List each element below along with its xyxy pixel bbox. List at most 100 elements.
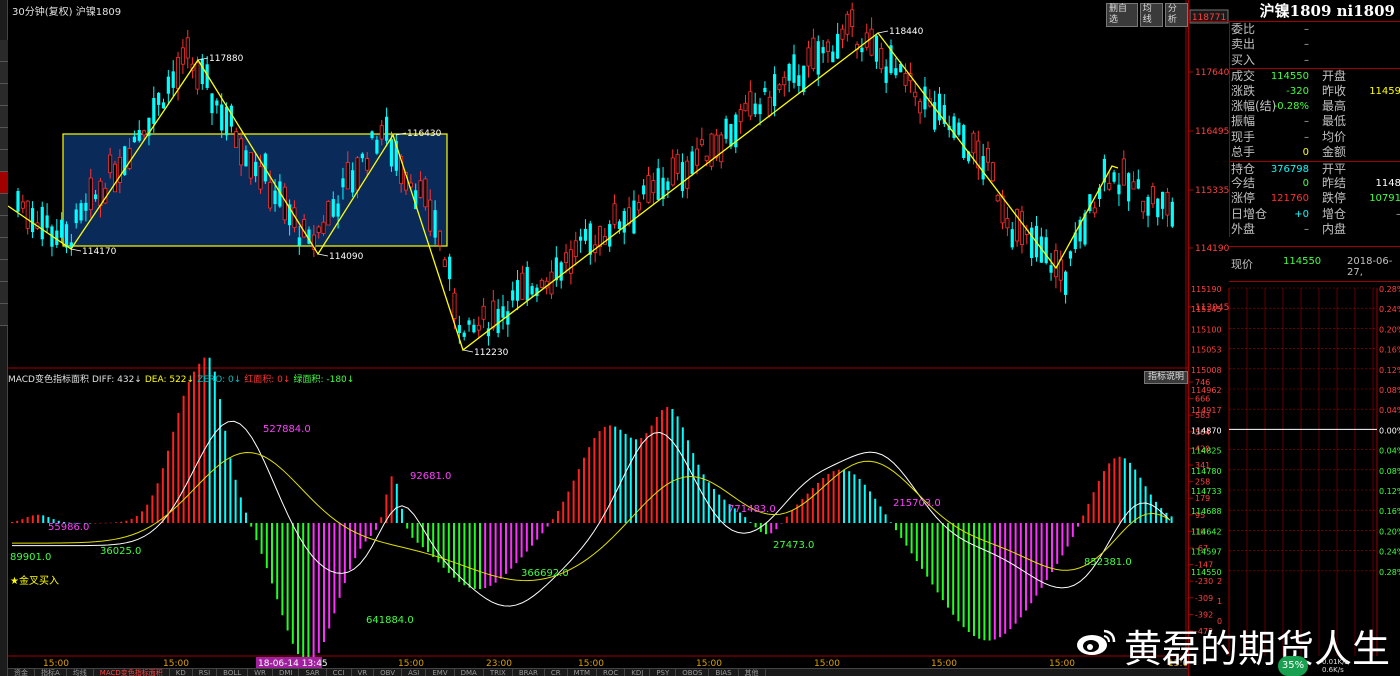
candle-up bbox=[258, 166, 263, 190]
candle-down bbox=[962, 125, 966, 158]
candle-up bbox=[1107, 183, 1112, 190]
moving-average-button[interactable]: 均线 bbox=[1139, 3, 1163, 27]
left-tab[interactable] bbox=[0, 304, 8, 326]
indicator-tab[interactable]: 指标A bbox=[35, 669, 67, 676]
indicator-help-button[interactable]: 指标说明 bbox=[1144, 371, 1188, 384]
indicator-tab[interactable]: EMV bbox=[426, 669, 455, 676]
candle-up bbox=[714, 134, 719, 158]
quote-value: -0.28% bbox=[1273, 100, 1309, 112]
indicator-tab[interactable]: BOLL bbox=[217, 669, 249, 676]
candle-down bbox=[884, 66, 888, 83]
left-tab[interactable] bbox=[0, 172, 8, 194]
candle-up bbox=[913, 91, 918, 98]
candle-down bbox=[375, 139, 379, 154]
indicator-tab[interactable]: BRAR bbox=[513, 669, 545, 676]
quote-label-2: 开盘 bbox=[1322, 69, 1347, 84]
depth-volume-label: 1 bbox=[1217, 597, 1222, 606]
speed-up: 0.01K/s bbox=[1322, 658, 1349, 666]
chart-area[interactable]: 117880 114170 116430 114090 112230 118440 5598… bbox=[8, 0, 1188, 676]
left-tab[interactable] bbox=[0, 106, 8, 128]
candle-up bbox=[1150, 186, 1155, 205]
candle-up bbox=[612, 203, 617, 225]
indicator-tab[interactable]: ASI bbox=[402, 669, 427, 676]
indicator-tab[interactable]: CCI bbox=[327, 669, 352, 676]
left-tab[interactable] bbox=[0, 282, 8, 304]
left-tab[interactable] bbox=[0, 194, 8, 216]
depth-pct-label: 0.08% bbox=[1379, 467, 1400, 476]
indicator-tab[interactable]: OBV bbox=[374, 669, 403, 676]
candle-up bbox=[564, 252, 569, 263]
quote-value: -320 bbox=[1286, 85, 1309, 97]
quote-label-2: 开平 bbox=[1322, 161, 1347, 176]
candle-down bbox=[84, 202, 88, 211]
candle-up bbox=[573, 240, 578, 258]
candle-down bbox=[433, 210, 437, 238]
candle-up bbox=[845, 13, 850, 35]
indicator-tab[interactable]: KD bbox=[170, 669, 193, 676]
depth-pct-label: 0.24% bbox=[1379, 305, 1400, 314]
indicator-tab[interactable]: VR bbox=[352, 669, 375, 676]
indicator-tab[interactable]: 其他 bbox=[739, 669, 766, 676]
candle-up bbox=[25, 200, 30, 229]
candle-down bbox=[152, 97, 156, 124]
indicator-tab[interactable]: KDJ bbox=[625, 669, 651, 676]
candle-down bbox=[360, 153, 364, 159]
left-tab[interactable] bbox=[0, 128, 8, 150]
quote-row: 涨停 121760 跌停 10791 bbox=[1230, 191, 1400, 206]
quote-value: 114550 bbox=[1270, 71, 1309, 83]
candle-up bbox=[627, 207, 632, 225]
indicator-tab[interactable]: CR bbox=[545, 669, 568, 676]
price-label: 116495 bbox=[1195, 127, 1229, 137]
left-tab[interactable] bbox=[0, 62, 8, 84]
candle-up bbox=[452, 292, 457, 319]
indicator-tab[interactable]: TRIX bbox=[484, 669, 513, 676]
candle-down bbox=[1161, 191, 1165, 209]
pivot-label: 118440 bbox=[889, 27, 924, 37]
quote-value: 0 bbox=[1302, 147, 1309, 159]
indicator-tab[interactable]: MACD变色指标面积 bbox=[94, 669, 170, 676]
depth-pct-label: 0.00% bbox=[1379, 426, 1400, 435]
analysis-button[interactable]: 分析 bbox=[1164, 3, 1188, 27]
indicator-tab[interactable]: DMA bbox=[455, 669, 484, 676]
indicator-tab[interactable]: SAR bbox=[299, 669, 327, 676]
candle-down bbox=[496, 308, 500, 333]
indicator-tab[interactable]: OBOS bbox=[676, 669, 710, 676]
quote-label: 现手 bbox=[1231, 129, 1256, 144]
indicator-tab[interactable]: 资金 bbox=[8, 669, 35, 676]
left-tab[interactable] bbox=[0, 238, 8, 260]
indicator-tab[interactable]: PSY bbox=[650, 669, 677, 676]
now-time: 2018-06-27, bbox=[1347, 256, 1393, 278]
depth-pct-label: 0.28% bbox=[1379, 285, 1400, 294]
candle-up bbox=[1092, 207, 1097, 214]
indicator-tab[interactable]: MTM bbox=[568, 669, 598, 676]
left-tab[interactable] bbox=[0, 150, 8, 172]
indicator-tab[interactable]: BIAS bbox=[709, 669, 739, 676]
quote-label: 今结 bbox=[1231, 175, 1256, 190]
candle-down bbox=[894, 68, 898, 76]
depth-price-label: 115190 bbox=[1191, 285, 1222, 294]
indicator-tab[interactable]: 均线 bbox=[67, 669, 94, 676]
candle-down bbox=[1068, 251, 1073, 259]
candle-down bbox=[45, 215, 49, 228]
left-tab[interactable] bbox=[0, 84, 8, 106]
indicator-tab[interactable]: WR bbox=[248, 669, 273, 676]
candle-down bbox=[351, 170, 355, 193]
left-tab[interactable] bbox=[0, 260, 8, 282]
price-label: 117640 bbox=[1195, 68, 1229, 78]
kline-macd-chart[interactable]: 117880 114170 116430 114090 112230 118440 5598… bbox=[8, 0, 1188, 676]
quote-label: 涨跌 bbox=[1231, 83, 1256, 98]
depth-pct-label: 0.28% bbox=[1379, 568, 1400, 577]
candle-down bbox=[821, 47, 825, 54]
candle-down bbox=[273, 190, 277, 205]
left-tab[interactable] bbox=[0, 216, 8, 238]
indicator-tab[interactable]: ROC bbox=[597, 669, 626, 676]
candle-up bbox=[185, 37, 190, 59]
candle-up bbox=[685, 160, 690, 189]
candle-up bbox=[811, 37, 816, 69]
candle-down bbox=[957, 122, 961, 135]
candle-down bbox=[79, 203, 83, 221]
indicator-tab[interactable]: DMI bbox=[273, 669, 300, 676]
del-favorite-button[interactable]: 删自选 bbox=[1106, 3, 1138, 27]
left-tab[interactable] bbox=[0, 40, 8, 62]
indicator-tab[interactable]: RSI bbox=[193, 669, 218, 676]
